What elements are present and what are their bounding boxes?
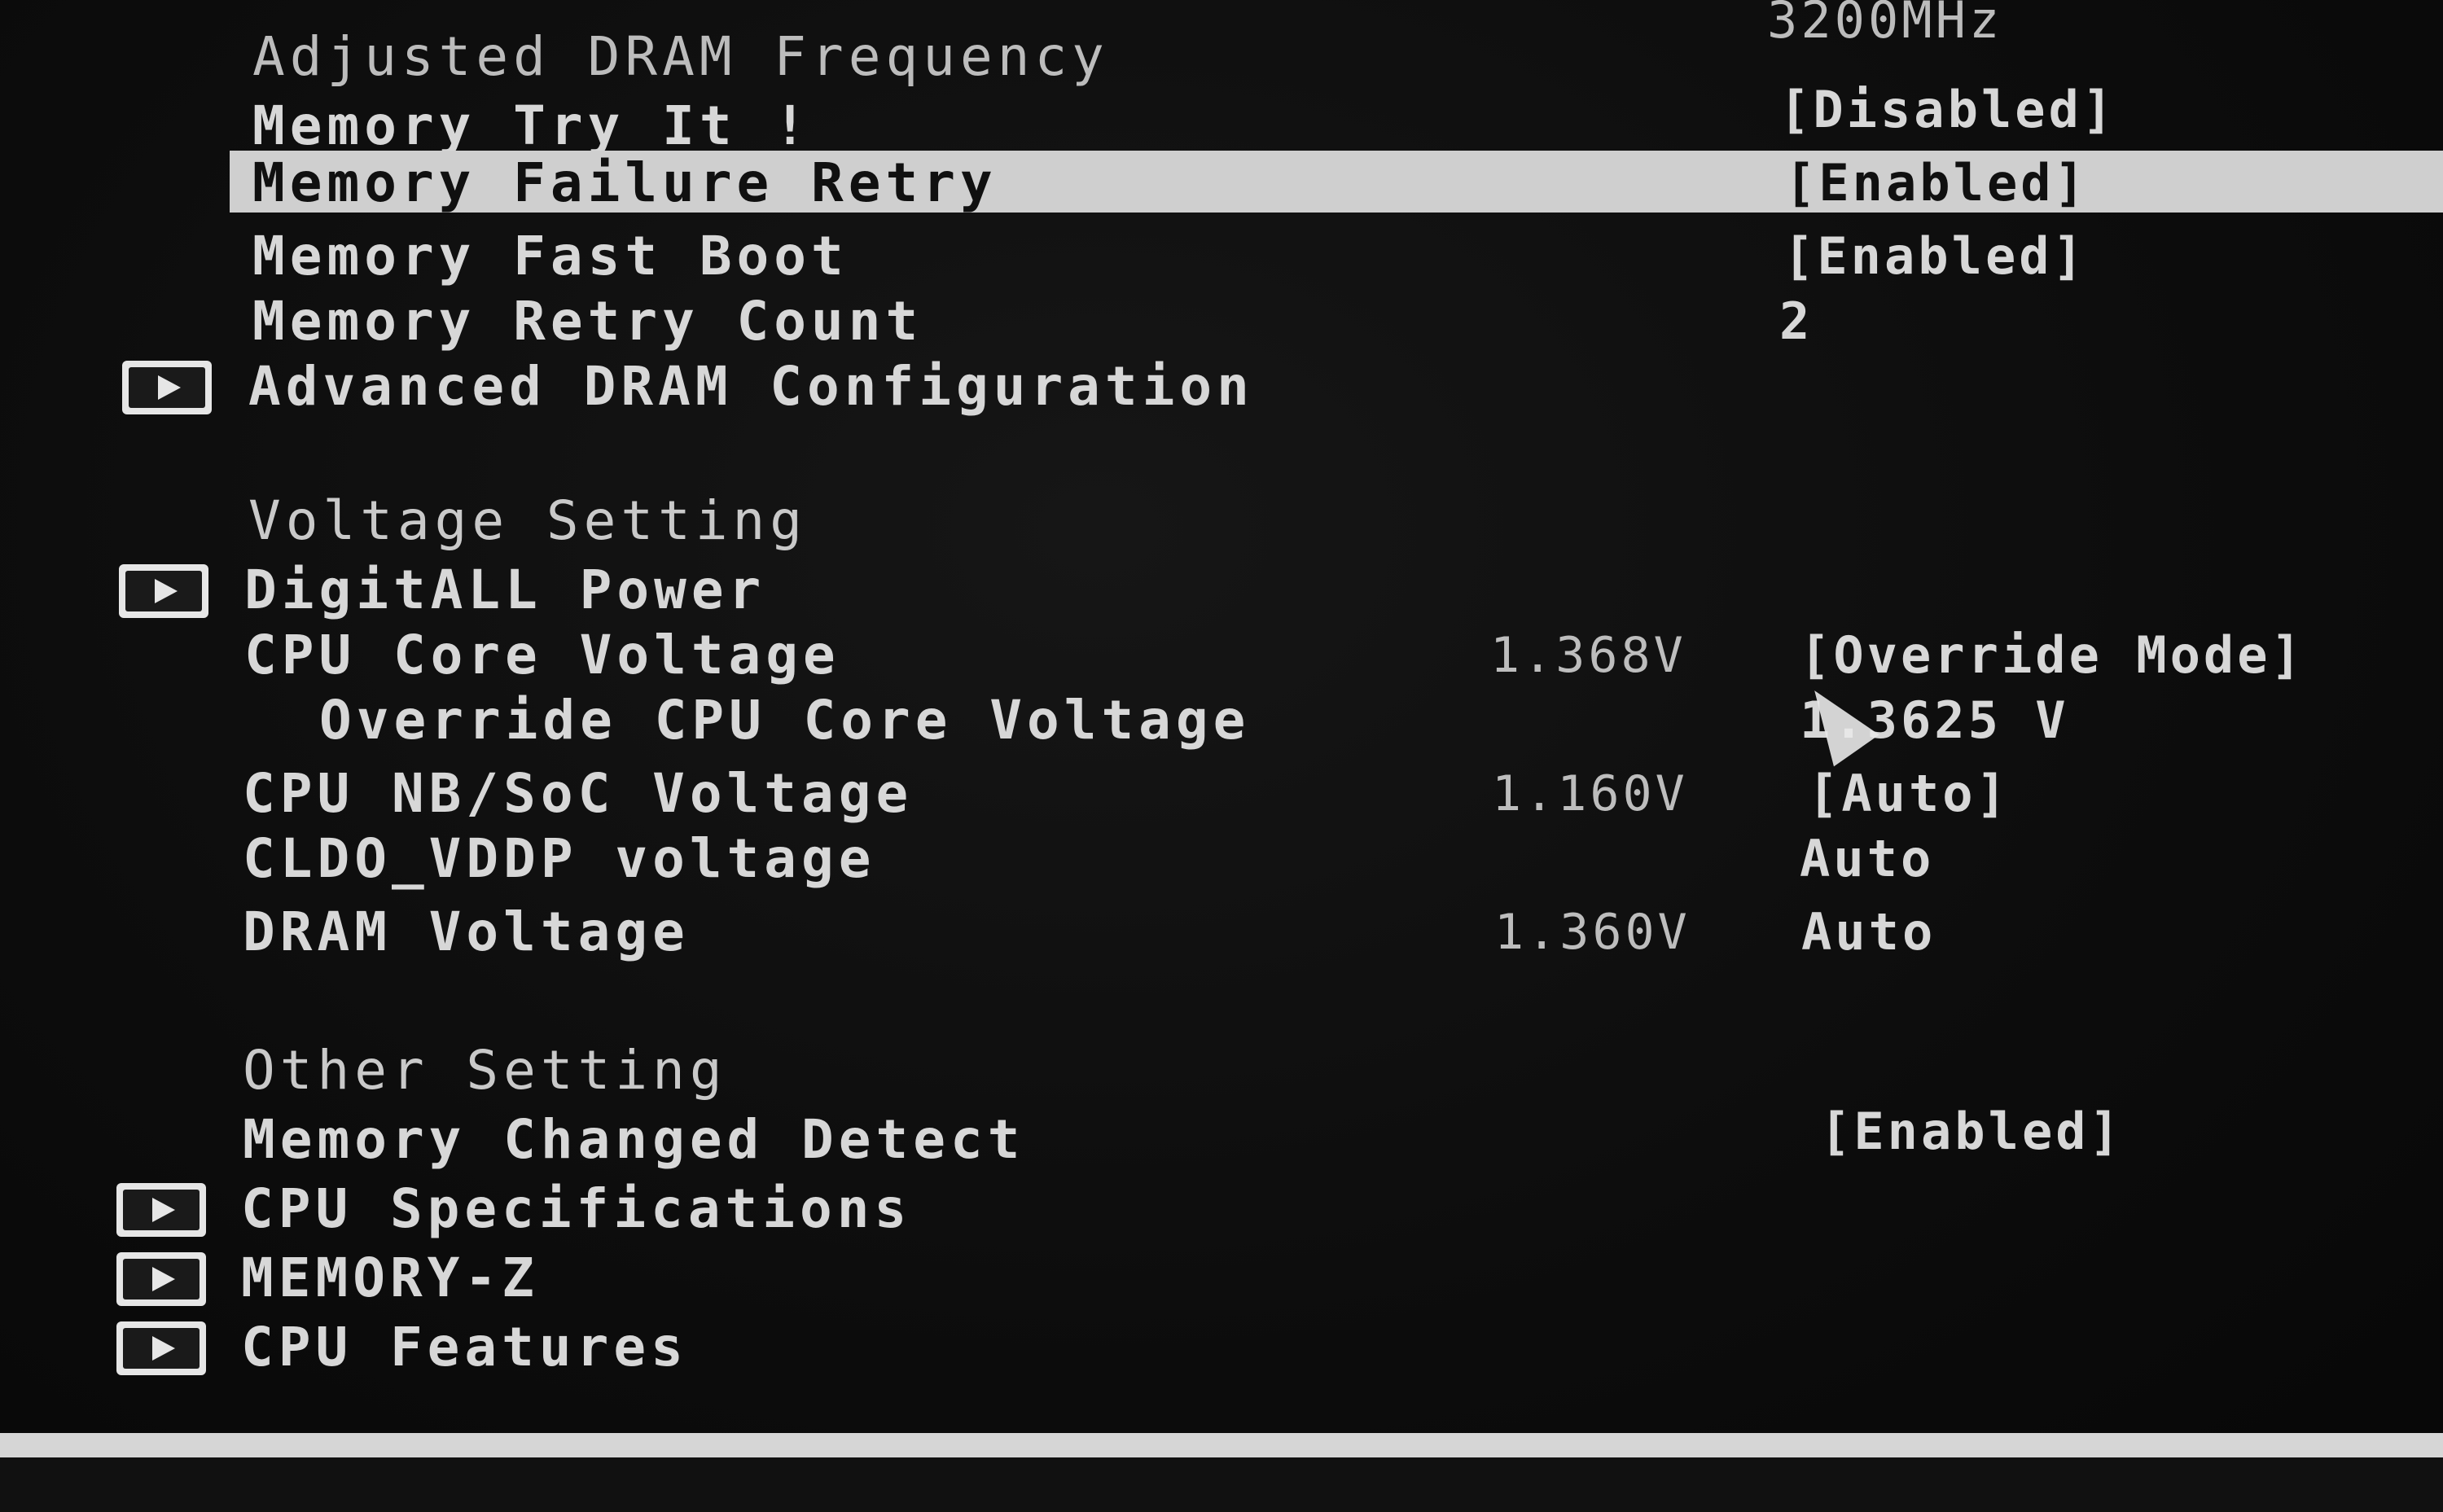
row-value[interactable]: 2 (1779, 289, 1813, 354)
row-value[interactable]: [Enabled] (1783, 224, 2086, 289)
row-value[interactable]: [Enabled] (1820, 1099, 2123, 1164)
submenu-arrow-icon (116, 1183, 206, 1237)
submenu-arrow-icon (116, 1252, 206, 1306)
row-value[interactable]: [Auto] (1808, 761, 2010, 826)
row-reading: 1.368V (1490, 627, 1686, 684)
row-value: 3200MHz (1767, 0, 2003, 50)
row-label: Override CPU Core Voltage (319, 689, 1251, 752)
row-label: Advanced DRAM Configuration (248, 355, 1254, 418)
row-label: CLDO_VDDP voltage (243, 827, 876, 890)
submenu-arrow-icon (116, 1321, 206, 1375)
row-memory-fast-boot[interactable]: Memory Fast Boot [Enabled] (0, 224, 2443, 289)
row-value[interactable]: [Disabled] (1779, 77, 2116, 142)
section-header-other-setting: Other Setting (0, 1038, 2443, 1103)
row-label: DRAM Voltage (243, 901, 690, 963)
row-digitall-power[interactable]: DigitALL Power (0, 558, 2443, 623)
row-advanced-dram-configuration[interactable]: Advanced DRAM Configuration (0, 354, 2443, 419)
row-label: Memory Try It ! (252, 94, 812, 157)
row-memory-try-it[interactable]: Memory Try It ! [Disabled] (0, 80, 2443, 159)
row-label: CPU Core Voltage (244, 624, 840, 686)
row-value[interactable]: [Override Mode] (1800, 623, 2305, 688)
row-memory-z[interactable]: MEMORY-Z (0, 1246, 2443, 1311)
submenu-arrow-icon (122, 361, 212, 414)
row-reading: 1.160V (1492, 765, 1688, 822)
row-memory-changed-detect[interactable]: Memory Changed Detect [Enabled] (0, 1102, 2443, 1172)
row-value[interactable]: Auto (1801, 900, 1936, 965)
row-label: Memory Fast Boot (252, 225, 849, 287)
row-value[interactable]: Auto (1800, 826, 1934, 892)
row-cldo-vddp-voltage[interactable]: CLDO_VDDP voltage Auto (0, 826, 2443, 892)
bottom-area (0, 1457, 2443, 1512)
row-label: Memory Retry Count (252, 290, 923, 353)
row-cpu-specifications[interactable]: CPU Specifications (0, 1177, 2443, 1242)
section-header-voltage-setting: Voltage Setting (0, 489, 2443, 554)
row-label: CPU Features (241, 1316, 688, 1378)
row-label: Memory Changed Detect (243, 1108, 1025, 1171)
row-memory-failure-retry-selected[interactable]: Memory Failure Retry [Enabled] (230, 151, 2443, 216)
row-label: CPU Specifications (241, 1177, 912, 1240)
row-label: Memory Failure Retry (252, 151, 998, 214)
row-label: DigitALL Power (244, 559, 766, 621)
row-override-cpu-core-voltage[interactable]: Override CPU Core Voltage 1.3625 V (0, 688, 2443, 753)
row-label: Adjusted DRAM Frequency (252, 25, 1109, 88)
section-title: Other Setting (243, 1039, 727, 1102)
row-cpu-features[interactable]: CPU Features (0, 1315, 2443, 1380)
row-cpu-nb-soc-voltage[interactable]: CPU NB/SoC Voltage 1.160V [Auto] (0, 761, 2443, 826)
bios-settings-screen: Adjusted DRAM Frequency 3200MHz Memory T… (0, 0, 2443, 1512)
bottom-divider (0, 1433, 2443, 1457)
row-cpu-core-voltage[interactable]: CPU Core Voltage 1.368V [Override Mode] (0, 623, 2443, 688)
row-value[interactable]: [Enabled] (1785, 151, 2088, 216)
row-memory-retry-count[interactable]: Memory Retry Count 2 (0, 289, 2443, 354)
row-label: MEMORY-Z (241, 1247, 539, 1309)
section-title: Voltage Setting (248, 489, 808, 552)
row-dram-voltage[interactable]: DRAM Voltage 1.360V Auto (0, 900, 2443, 965)
submenu-arrow-icon (119, 564, 208, 618)
row-reading: 1.360V (1494, 904, 1691, 961)
row-label: CPU NB/SoC Voltage (243, 762, 914, 825)
